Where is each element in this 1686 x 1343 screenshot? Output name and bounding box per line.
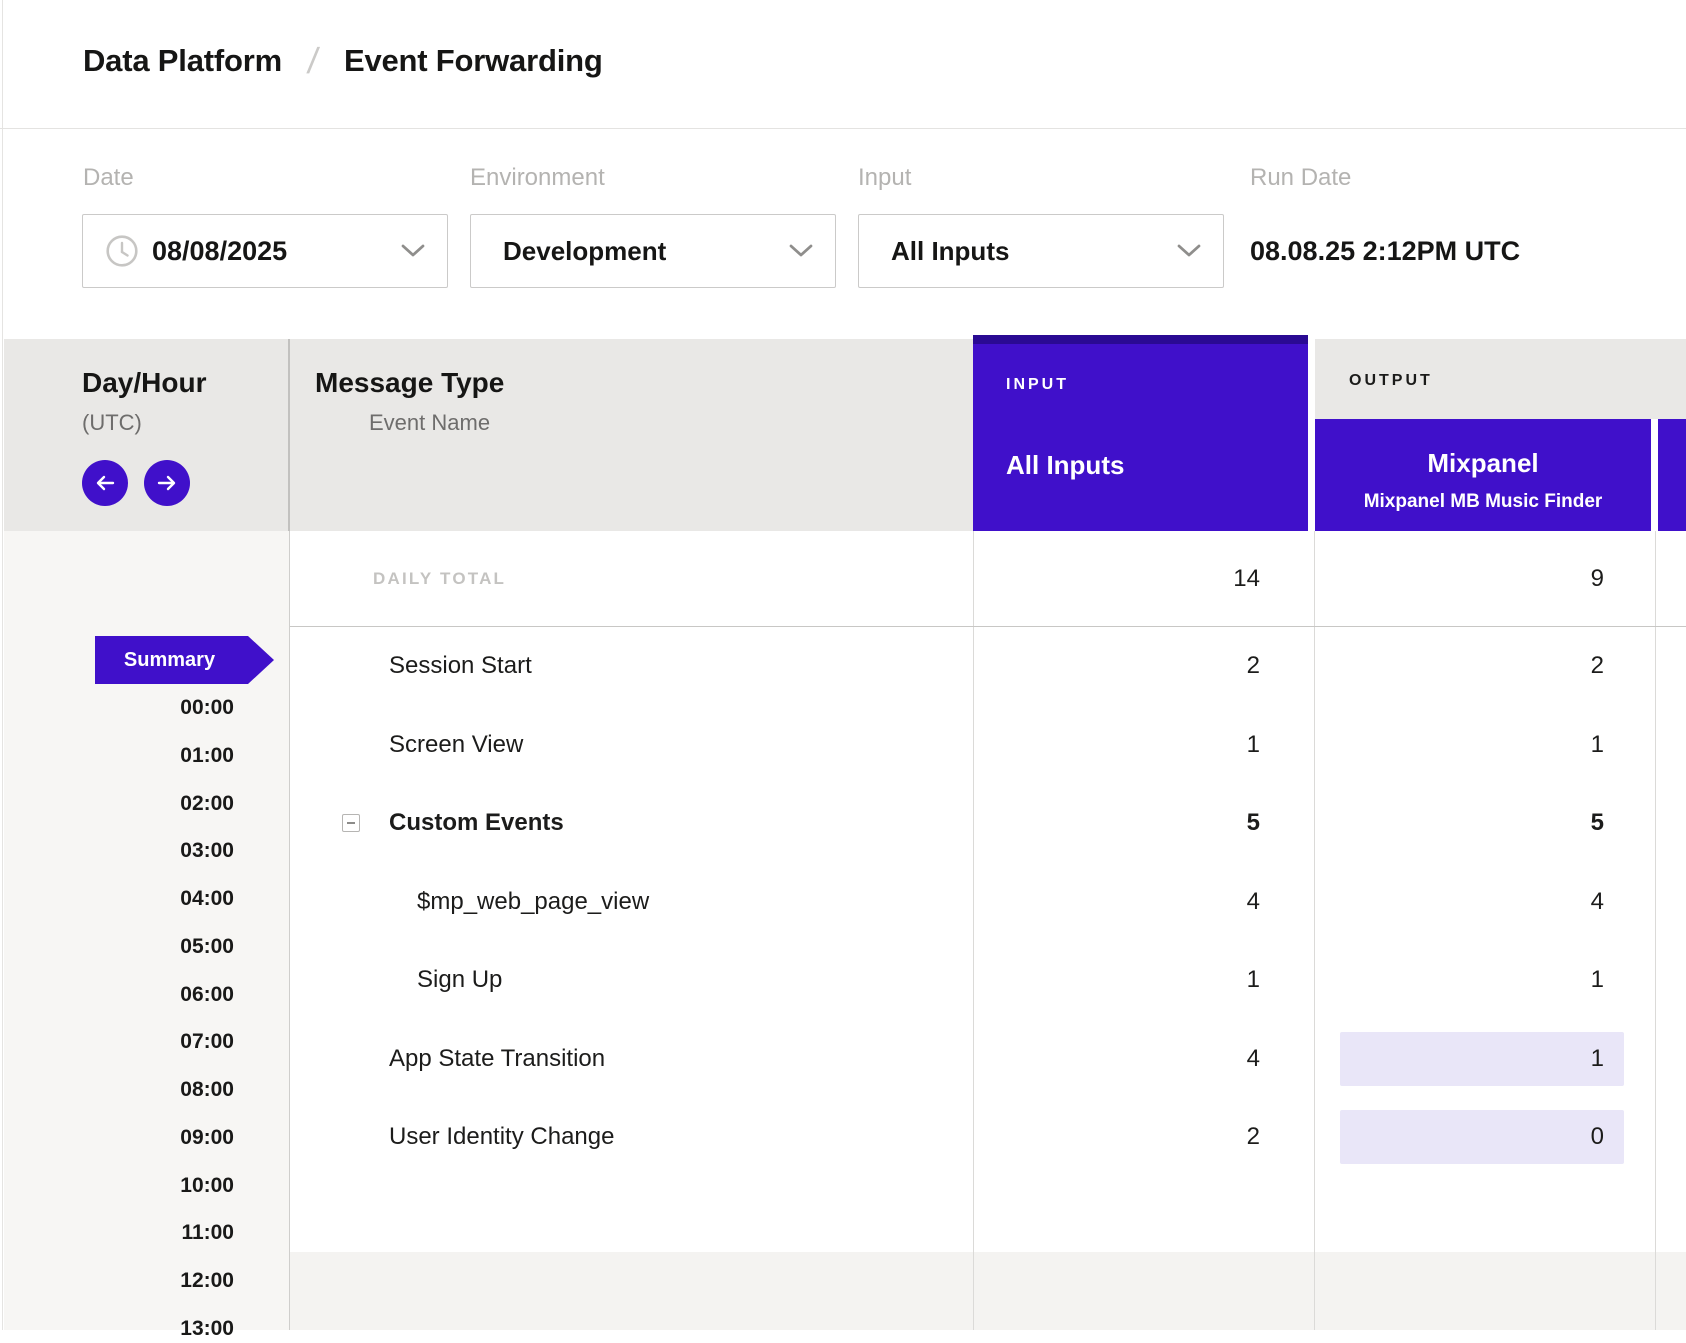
input-dropdown[interactable]: All Inputs xyxy=(858,214,1224,288)
hour-row-label[interactable]: 01:00 xyxy=(0,742,234,770)
column-gap xyxy=(1308,339,1315,531)
daily-total-row: DAILY TOTAL 14 9 xyxy=(0,531,1686,627)
environment-value: Development xyxy=(503,236,666,267)
run-date-value: 08.08.25 2:12PM UTC xyxy=(1250,214,1520,288)
chevron-down-icon xyxy=(789,244,813,258)
output-count: 4 xyxy=(1340,875,1624,929)
chevron-down-icon xyxy=(401,244,425,258)
input-count: 2 xyxy=(973,652,1260,680)
breadcrumb-separator: / xyxy=(305,43,320,79)
output-column-header-partial xyxy=(1658,419,1686,531)
hour-row-label[interactable]: 02:00 xyxy=(0,790,234,818)
input-column-title: All Inputs xyxy=(1006,449,1124,481)
hour-row-label[interactable]: 00:00 xyxy=(0,694,234,722)
event-label: User Identity Change xyxy=(389,1123,614,1151)
input-value: All Inputs xyxy=(891,236,1009,267)
hour-row-label[interactable]: 13:00 xyxy=(0,1315,234,1343)
event-label: Sign Up xyxy=(417,966,502,994)
page-title: Event Forwarding xyxy=(344,43,603,79)
output-count: 2 xyxy=(1340,639,1624,693)
event-name-subheader: Event Name xyxy=(369,409,490,437)
event-row: $mp_web_page_view 4 4 xyxy=(0,863,1686,942)
next-day-button[interactable] xyxy=(144,460,190,506)
date-dropdown[interactable]: 08/08/2025 xyxy=(82,214,448,288)
previous-day-button[interactable] xyxy=(82,460,128,506)
event-label: Session Start xyxy=(389,652,532,680)
date-value: 08/08/2025 xyxy=(152,236,287,267)
breadcrumb-section[interactable]: Data Platform xyxy=(83,43,282,79)
input-count: 2 xyxy=(973,1123,1260,1151)
empty-rows-area xyxy=(290,1252,1686,1330)
environment-filter-label: Environment xyxy=(470,164,605,192)
event-label: Screen View xyxy=(389,731,523,759)
output-column-subtitle: Mixpanel MB Music Finder xyxy=(1315,489,1651,515)
environment-dropdown[interactable]: Development xyxy=(470,214,836,288)
event-row: Sign Up 1 1 xyxy=(0,941,1686,1020)
daily-total-output-count: 9 xyxy=(1340,552,1624,606)
input-count: 4 xyxy=(973,888,1260,916)
column-divider xyxy=(288,339,290,531)
input-count: 1 xyxy=(973,731,1260,759)
output-section-label: OUTPUT xyxy=(1349,371,1433,391)
hour-row-label[interactable]: 09:00 xyxy=(0,1124,234,1152)
hour-row-label[interactable]: 10:00 xyxy=(0,1172,234,1200)
output-column-title: Mixpanel xyxy=(1315,446,1651,480)
hour-row-label[interactable]: 03:00 xyxy=(0,837,234,865)
chevron-down-icon xyxy=(1177,244,1201,258)
input-count: 5 xyxy=(973,809,1260,837)
event-label: Custom Events xyxy=(389,809,564,837)
hour-row-label[interactable]: 04:00 xyxy=(0,885,234,913)
hour-row-label[interactable]: 06:00 xyxy=(0,981,234,1009)
date-filter-label: Date xyxy=(83,164,134,192)
input-column-header: INPUT All Inputs xyxy=(973,335,1308,531)
hour-row-label[interactable]: 12:00 xyxy=(0,1267,234,1295)
day-hour-header: Day/Hour xyxy=(82,366,206,400)
clock-icon xyxy=(105,234,139,268)
input-section-label: INPUT xyxy=(1006,375,1069,395)
message-type-header: Message Type xyxy=(315,366,504,400)
output-column-header-mixpanel: Mixpanel Mixpanel MB Music Finder xyxy=(1315,419,1651,531)
hour-row-label[interactable]: 08:00 xyxy=(0,1076,234,1104)
event-row: Custom Events 5 5 xyxy=(0,784,1686,863)
header-divider xyxy=(0,128,1686,129)
input-count: 4 xyxy=(973,1045,1260,1073)
input-count: 1 xyxy=(973,966,1260,994)
summary-flag-label: Summary xyxy=(124,649,215,672)
event-label: App State Transition xyxy=(389,1045,605,1073)
hour-row-label[interactable]: 05:00 xyxy=(0,933,234,961)
collapse-toggle-icon[interactable] xyxy=(342,814,360,832)
event-row: Screen View 1 1 xyxy=(0,706,1686,785)
date-nav xyxy=(82,460,190,506)
output-count-highlighted: 1 xyxy=(1340,1032,1624,1086)
event-row: User Identity Change 2 0 xyxy=(0,1098,1686,1177)
summary-flag[interactable]: Summary xyxy=(95,636,274,684)
day-hour-subheader: (UTC) xyxy=(82,409,142,437)
run-date-label: Run Date xyxy=(1250,164,1351,192)
output-count: 5 xyxy=(1340,796,1624,850)
event-row: App State Transition 4 1 xyxy=(0,1020,1686,1099)
daily-total-input-count: 14 xyxy=(973,565,1260,593)
hour-row-label[interactable]: 11:00 xyxy=(0,1219,234,1247)
output-count-highlighted: 0 xyxy=(1340,1110,1624,1164)
output-count: 1 xyxy=(1340,953,1624,1007)
breadcrumb: Data Platform / Event Forwarding xyxy=(83,38,603,84)
event-label: $mp_web_page_view xyxy=(417,888,649,916)
column-gap xyxy=(1651,419,1658,531)
input-filter-label: Input xyxy=(858,164,911,192)
output-count: 1 xyxy=(1340,718,1624,772)
hour-row-label[interactable]: 07:00 xyxy=(0,1028,234,1056)
daily-total-label: DAILY TOTAL xyxy=(373,569,506,589)
